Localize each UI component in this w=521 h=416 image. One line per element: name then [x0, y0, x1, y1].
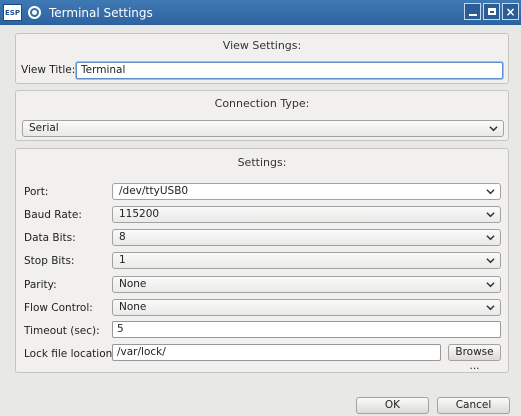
- stop-bits-value: 1: [119, 254, 126, 266]
- view-title-label: View Title:: [21, 64, 76, 76]
- parity-label: Parity:: [24, 279, 57, 291]
- lock-file-label: Lock file location:: [24, 348, 116, 360]
- window-menu-icon[interactable]: [28, 6, 41, 19]
- chevron-down-icon: [486, 305, 495, 311]
- chevron-down-icon: [486, 282, 495, 288]
- maximize-icon: [487, 8, 496, 15]
- connection-type-group: Connection Type: Serial: [15, 90, 509, 141]
- stop-bits-select[interactable]: 1: [112, 252, 501, 269]
- browse-button[interactable]: Browse ...: [448, 344, 501, 372]
- chevron-down-icon: [486, 212, 495, 218]
- connection-type-value: Serial: [29, 122, 59, 134]
- close-button[interactable]: ×: [502, 3, 519, 20]
- parity-select[interactable]: None: [112, 276, 501, 293]
- flow-control-select[interactable]: None: [112, 299, 501, 316]
- parity-value: None: [119, 278, 147, 290]
- flow-control-value: None: [119, 301, 147, 313]
- maximize-button[interactable]: [483, 3, 500, 20]
- data-bits-value: 8: [119, 231, 126, 243]
- window-title: Terminal Settings: [49, 5, 153, 20]
- chevron-down-icon: [489, 126, 498, 132]
- connection-type-select[interactable]: Serial: [22, 120, 504, 137]
- lock-file-input[interactable]: /var/lock/: [112, 344, 441, 361]
- chevron-down-icon: [486, 189, 495, 195]
- chevron-down-icon: [486, 235, 495, 241]
- view-settings-heading: View Settings:: [222, 39, 302, 52]
- data-bits-select[interactable]: 8: [112, 229, 501, 246]
- connection-type-heading: Connection Type:: [214, 97, 310, 110]
- baud-rate-select[interactable]: 115200: [112, 206, 501, 223]
- port-label: Port:: [24, 186, 49, 198]
- stop-bits-label: Stop Bits:: [24, 255, 75, 267]
- flow-control-label: Flow Control:: [24, 302, 93, 314]
- port-value: /dev/ttyUSB0: [119, 185, 189, 197]
- view-settings-group: View Settings: View Title: Terminal: [15, 33, 509, 84]
- title-bar: ESP Terminal Settings ×: [0, 0, 521, 25]
- timeout-label: Timeout (sec):: [24, 325, 100, 337]
- settings-heading: Settings:: [237, 156, 287, 169]
- chevron-down-icon: [486, 258, 495, 264]
- minimize-button[interactable]: [464, 3, 481, 20]
- cancel-button[interactable]: Cancel: [437, 397, 510, 414]
- close-icon: ×: [505, 4, 516, 19]
- ok-button[interactable]: OK: [356, 397, 429, 414]
- data-bits-label: Data Bits:: [24, 232, 76, 244]
- minimize-icon: [468, 13, 477, 16]
- view-title-input[interactable]: Terminal: [76, 62, 503, 79]
- settings-group: Settings: Port: /dev/ttyUSB0 Baud Rate: …: [15, 148, 509, 373]
- timeout-input[interactable]: 5: [112, 321, 501, 338]
- baud-rate-label: Baud Rate:: [24, 209, 82, 221]
- app-icon: ESP: [3, 4, 22, 21]
- port-select[interactable]: /dev/ttyUSB0: [112, 183, 501, 200]
- baud-rate-value: 115200: [119, 208, 160, 220]
